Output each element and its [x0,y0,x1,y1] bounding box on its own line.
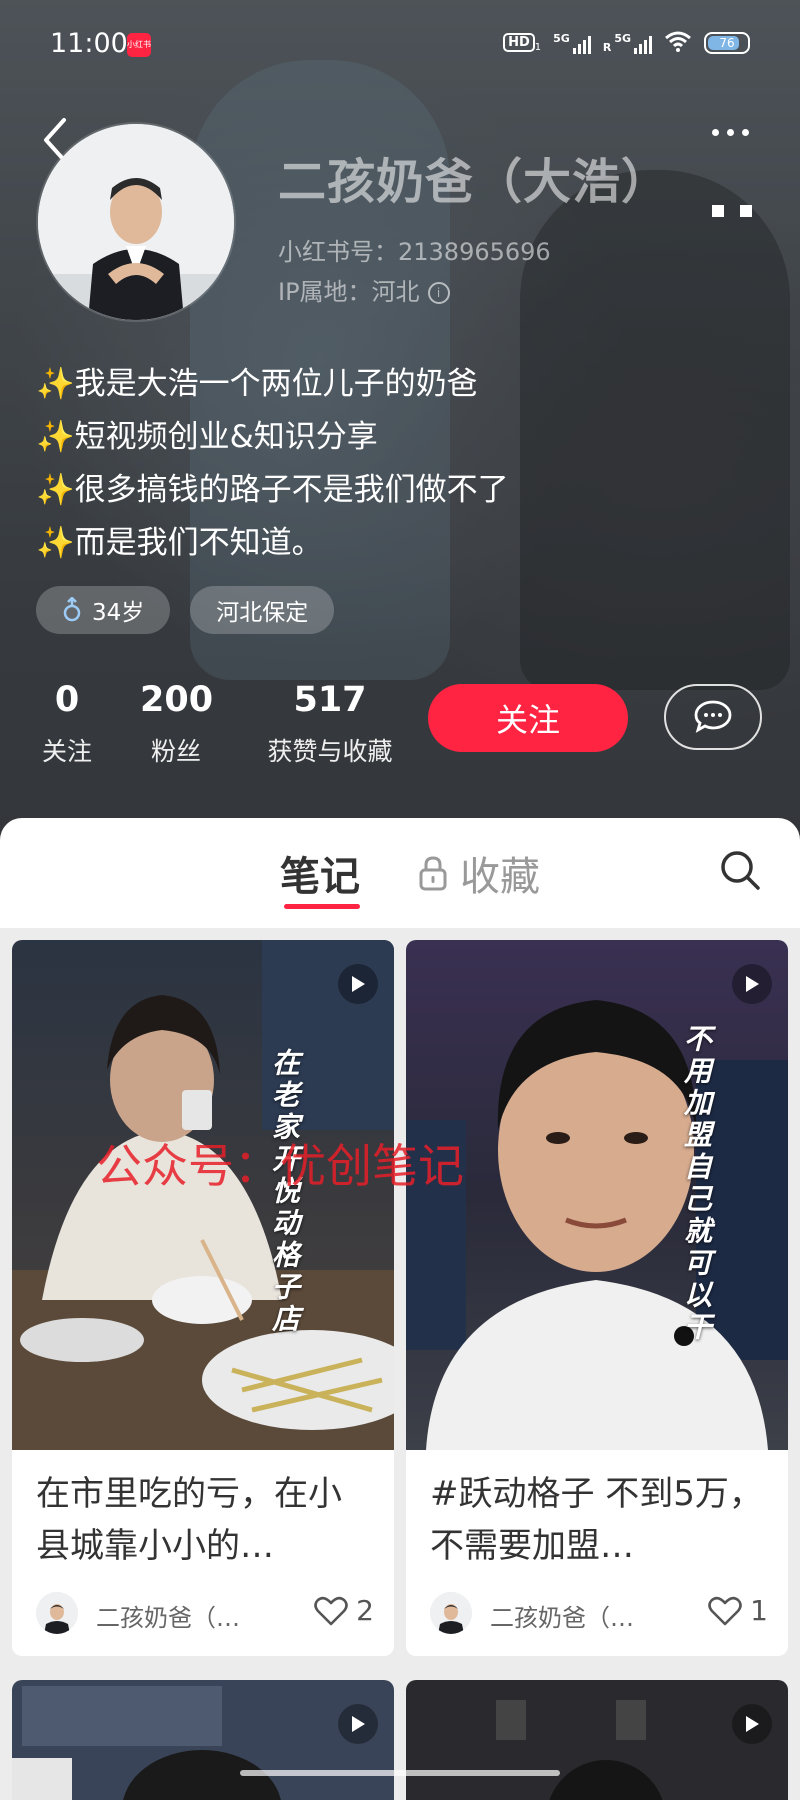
active-tab-indicator [284,904,360,909]
avatar-portrait-icon [38,124,234,320]
author-avatar[interactable] [36,1592,78,1634]
profile-name: 二孩奶爸（大浩） [278,154,671,210]
note-title[interactable]: 在市里吃的亏，在小县城靠小小的… [12,1450,394,1576]
wifi-icon [664,30,692,56]
bio-line: ✨而是我们不知道。 [36,525,323,561]
app-notification-icon: 小红书 [127,33,151,57]
location-tag: 河北保定 [190,586,335,634]
search-icon [721,851,760,890]
profile-avatar[interactable] [38,124,234,320]
video-play-icon [338,964,378,1004]
heart-icon [708,1596,742,1625]
message-button[interactable] [664,684,762,750]
tab-collect[interactable]: 收藏 [418,844,540,902]
watermark-text: 公众号：优创笔记 [96,1139,464,1193]
search-button[interactable] [716,846,764,894]
battery-icon: 76 [704,32,750,54]
author-avatar[interactable] [430,1592,472,1634]
video-play-icon [338,1704,378,1744]
note-cover-image [12,1680,394,1800]
status-bar: 11:00 小红书 HD 1 5G R 5G 76 [0,0,800,90]
following-stat[interactable]: 0 关注 [36,680,98,768]
home-indicator[interactable] [240,1770,560,1776]
more-options-button[interactable] [712,122,762,142]
video-play-icon [732,964,772,1004]
like-count: 1 [750,1594,768,1627]
hd-icon: HD 1 [503,32,541,52]
profile-tags: 34岁 河北保定 [36,586,335,634]
likes-collects-stat[interactable]: 517 获赞与收藏 [254,680,406,768]
notes-feed: 在老家开悦动格子店 在市里吃的亏，在小县城靠小小的… 二孩奶爸（… 2 不用加盟… [0,928,800,1800]
note-cover-image [406,1680,788,1800]
followers-stat[interactable]: 200 粉丝 [140,680,213,768]
chat-bubble-icon [694,700,732,733]
bio-line: ✨短视频创业&知识分享 [36,419,378,455]
user-id: 小红书号：2138965696 [278,238,551,266]
lock-icon [419,856,447,891]
ip-location: IP属地：河北 i [278,272,450,307]
bio-line: ✨很多搞钱的路子不是我们做不了 [36,472,509,508]
note-title[interactable]: #跃动格子 不到5万，不需要加盟… [406,1450,788,1576]
follow-button[interactable]: 关注 [428,684,628,752]
male-icon [63,597,81,622]
profile-bio: ✨我是大浩一个两位儿子的奶爸 ✨短视频创业&知识分享 ✨很多搞钱的路子不是我们做… [36,358,509,570]
age-tag: 34岁 [36,586,171,634]
author-name[interactable]: 二孩奶爸（… [490,1598,634,1633]
like-count: 2 [356,1594,374,1627]
signal-icon: R 5G [603,32,652,54]
tab-bar: 笔记 收藏 [0,818,800,929]
cover-caption: 不用加盟自己就可以干 [680,1024,713,1344]
note-footer: 二孩奶爸（… 2 [12,1576,394,1656]
signal-icon: 5G [553,32,591,54]
author-name[interactable]: 二孩奶爸（… [96,1598,240,1633]
like-button[interactable]: 1 [708,1594,768,1627]
profile-header: 11:00 小红书 HD 1 5G R 5G 76 二孩奶爸（大浩） 小红书号：… [0,0,800,840]
info-icon[interactable]: i [427,282,450,304]
tab-notes[interactable]: 笔记 [280,844,360,902]
note-card[interactable] [406,1680,788,1800]
note-card[interactable]: 在老家开悦动格子店 在市里吃的亏，在小县城靠小小的… 二孩奶爸（… 2 [12,940,394,1656]
bio-line: ✨我是大浩一个两位儿子的奶爸 [36,366,478,402]
heart-icon [314,1596,348,1625]
note-footer: 二孩奶爸（… 1 [406,1576,788,1656]
like-button[interactable]: 2 [314,1594,374,1627]
note-card[interactable] [12,1680,394,1800]
note-card[interactable]: 不用加盟自己就可以干 #跃动格子 不到5万，不需要加盟… 二孩奶爸（… 1 [406,940,788,1656]
video-play-icon [732,1704,772,1744]
status-time: 11:00 [50,28,128,59]
